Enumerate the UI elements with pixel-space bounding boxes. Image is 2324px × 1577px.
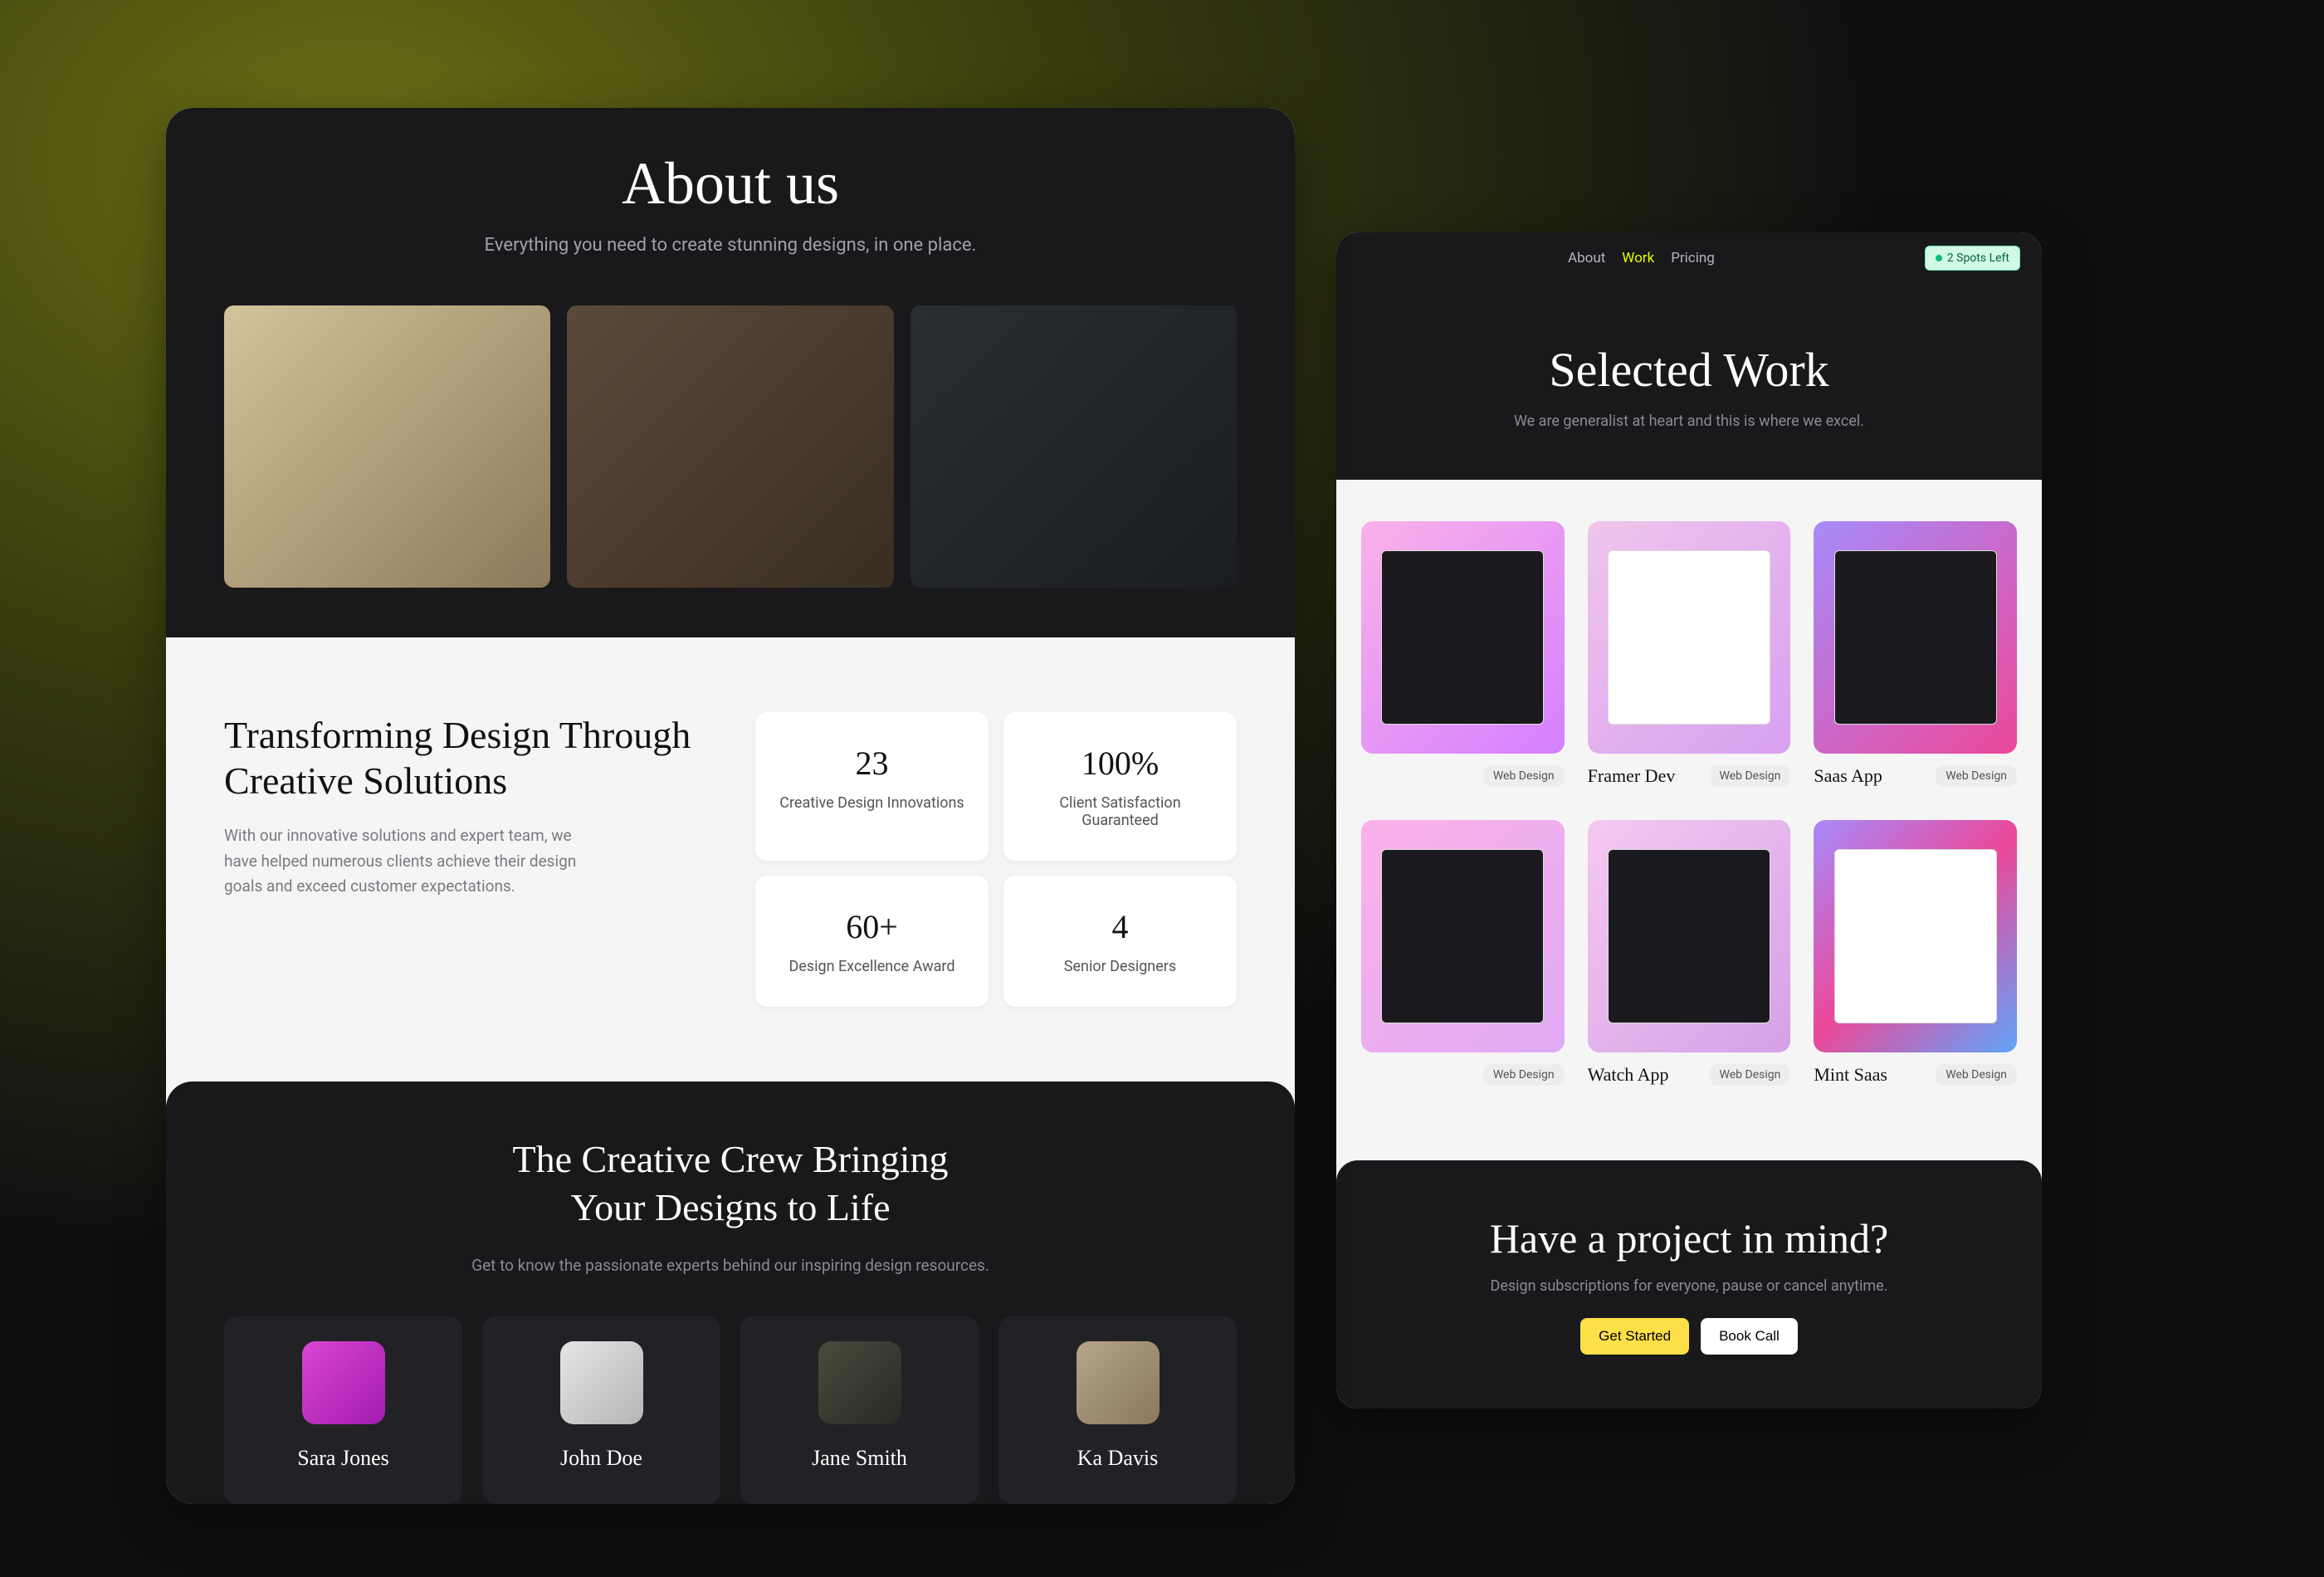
portfolio-thumb — [1361, 521, 1565, 754]
team-section: The Creative Crew Bringing Your Designs … — [166, 1081, 1295, 1504]
stats-intro: Transforming Design Through Creative Sol… — [224, 712, 706, 1007]
cta-subtitle: Design subscriptions for everyone, pause… — [1370, 1277, 2009, 1295]
stat-card: 60+ Design Excellence Award — [755, 876, 989, 1007]
stats-heading: Transforming Design Through Creative Sol… — [224, 712, 706, 803]
team-name: Ka Davis — [1015, 1446, 1220, 1471]
team-card: Ka Davis — [998, 1316, 1237, 1504]
stat-label: Senior Designers — [1027, 958, 1213, 975]
spots-badge[interactable]: 2 Spots Left — [1925, 246, 2020, 271]
spots-label: 2 Spots Left — [1947, 251, 2009, 265]
gallery-image-2 — [567, 305, 893, 588]
stat-number: 4 — [1027, 907, 1213, 946]
stats-grid: 23 Creative Design Innovations 100% Clie… — [755, 712, 1237, 1007]
book-call-button[interactable]: Book Call — [1701, 1318, 1798, 1355]
portfolio-title: Watch App — [1588, 1064, 1669, 1086]
about-page-card: About us Everything you need to create s… — [166, 108, 1295, 1504]
gallery-image-1 — [224, 305, 550, 588]
portfolio-thumb — [1814, 521, 2017, 754]
work-title: Selected Work — [1370, 342, 2009, 398]
work-subtitle: We are generalist at heart and this is w… — [1370, 413, 2009, 430]
gallery-image-3 — [911, 305, 1237, 588]
get-started-button[interactable]: Get Started — [1580, 1318, 1689, 1355]
portfolio-tag: Web Design — [1936, 765, 2017, 787]
avatar — [1077, 1341, 1160, 1424]
avatar — [302, 1341, 385, 1424]
team-card: Jane Smith — [740, 1316, 979, 1504]
portfolio-title: Saas App — [1814, 765, 1882, 787]
stat-number: 100% — [1027, 744, 1213, 783]
cta-buttons: Get Started Book Call — [1370, 1318, 2009, 1355]
team-heading: The Creative Crew Bringing Your Designs … — [498, 1135, 963, 1231]
portfolio-item[interactable]: Framer Dev Web Design — [1588, 521, 1791, 787]
stat-card: 100% Client Satisfaction Guaranteed — [1003, 712, 1237, 861]
team-subtitle: Get to know the passionate experts behin… — [224, 1256, 1237, 1275]
portfolio-tag: Web Design — [1936, 1064, 2017, 1086]
portfolio-tag: Web Design — [1483, 765, 1565, 787]
cta-title: Have a project in mind? — [1370, 1214, 2009, 1262]
team-name: John Doe — [499, 1446, 704, 1471]
team-card: John Doe — [482, 1316, 720, 1504]
stat-number: 23 — [779, 744, 965, 783]
portfolio-title: Mint Saas — [1814, 1064, 1887, 1086]
portfolio-thumb — [1361, 820, 1565, 1052]
cta-section: Have a project in mind? Design subscript… — [1336, 1160, 2042, 1409]
portfolio-tag: Web Design — [1710, 1064, 1791, 1086]
portfolio-item[interactable]: Web Design — [1361, 820, 1565, 1086]
stats-body: With our innovative solutions and expert… — [224, 823, 606, 899]
team-card: Sara Jones — [224, 1316, 462, 1504]
team-name: Jane Smith — [757, 1446, 962, 1471]
portfolio-thumb — [1588, 521, 1791, 754]
nav-links: About Work Pricing — [1568, 250, 1715, 266]
stat-label: Client Satisfaction Guaranteed — [1027, 794, 1213, 829]
avatar — [560, 1341, 643, 1424]
team-name: Sara Jones — [241, 1446, 446, 1471]
stat-label: Design Excellence Award — [779, 958, 965, 975]
about-hero: About us Everything you need to create s… — [166, 108, 1295, 305]
stats-section: Transforming Design Through Creative Sol… — [166, 637, 1295, 1081]
nav-pricing[interactable]: Pricing — [1671, 250, 1715, 266]
portfolio-item[interactable]: Web Design — [1361, 521, 1565, 787]
team-grid: Sara Jones John Doe Jane Smith Ka Davis — [224, 1316, 1237, 1504]
portfolio-item[interactable]: Watch App Web Design — [1588, 820, 1791, 1086]
portfolio-tag: Web Design — [1710, 765, 1791, 787]
work-hero: Selected Work We are generalist at heart… — [1336, 284, 2042, 480]
work-page-card: About Work Pricing 2 Spots Left Selected… — [1336, 232, 2042, 1409]
stat-card: 4 Senior Designers — [1003, 876, 1237, 1007]
stat-card: 23 Creative Design Innovations — [755, 712, 989, 861]
about-gallery — [166, 305, 1295, 637]
avatar — [818, 1341, 901, 1424]
nav-about[interactable]: About — [1568, 250, 1605, 266]
about-subtitle: Everything you need to create stunning d… — [216, 235, 1245, 256]
nav-work[interactable]: Work — [1622, 250, 1654, 266]
portfolio-thumb — [1588, 820, 1791, 1052]
stat-label: Creative Design Innovations — [779, 794, 965, 812]
stat-number: 60+ — [779, 907, 965, 946]
portfolio-tag: Web Design — [1483, 1064, 1565, 1086]
portfolio-item[interactable]: Saas App Web Design — [1814, 521, 2017, 787]
portfolio-title: Framer Dev — [1588, 765, 1676, 787]
portfolio-thumb — [1814, 820, 2017, 1052]
about-title: About us — [216, 149, 1245, 218]
top-nav: About Work Pricing 2 Spots Left — [1336, 232, 2042, 284]
portfolio-grid: Web Design Framer Dev Web Design Saas Ap… — [1336, 480, 2042, 1160]
portfolio-item[interactable]: Mint Saas Web Design — [1814, 820, 2017, 1086]
